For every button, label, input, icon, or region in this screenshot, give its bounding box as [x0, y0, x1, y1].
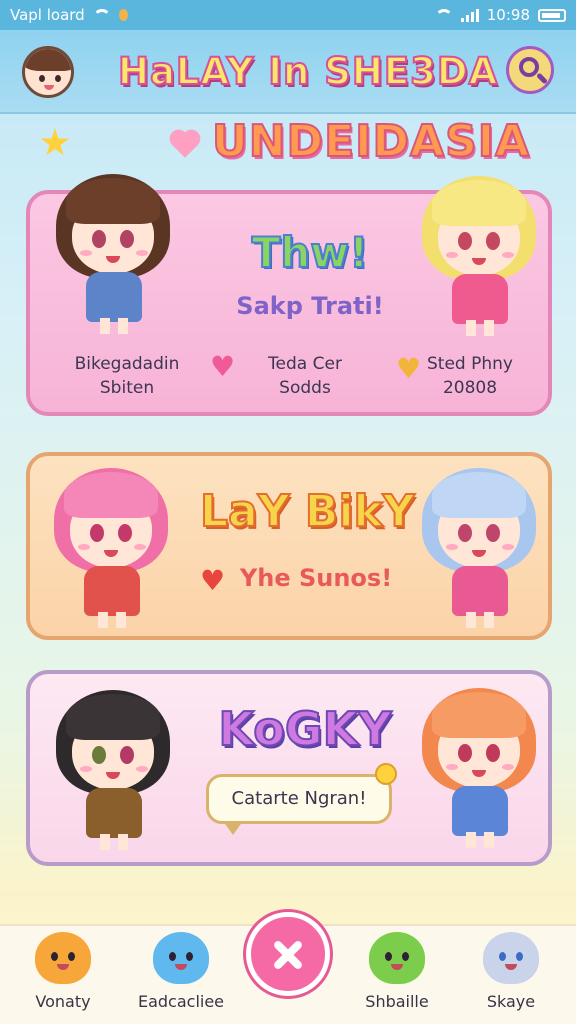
card-1-heading: Thw!: [251, 227, 370, 278]
green-mascot-icon: [369, 932, 425, 984]
clock-time: 10:98: [486, 6, 530, 24]
coin-icon: [375, 763, 397, 785]
notification-dot-icon: [118, 9, 128, 21]
stat-2: Teda Cer Sodds: [268, 354, 342, 398]
blonde-hair-character: [414, 170, 544, 340]
wifi-icon: [92, 9, 111, 21]
heart-icon: [200, 568, 226, 594]
blue-hair-character: [414, 462, 544, 632]
status-bar: Vapl loard 10:98: [0, 0, 576, 30]
stat-1: Bikegadadin Sbiten: [74, 354, 180, 398]
speech-bubble: Catarte Ngran!: [206, 763, 397, 835]
card-2-subtitle: Yhe Sunos!: [239, 564, 393, 592]
wifi-signal-icon: [434, 9, 453, 21]
cellular-signal-icon: [460, 8, 479, 22]
nav-item-1[interactable]: Vonaty: [8, 926, 118, 1024]
card-2-heading: LaY BikY: [199, 485, 416, 538]
character-card-1[interactable]: Thw! Sakp Trati! Bikegadadin Sbiten Teda…: [26, 174, 552, 416]
card-1-subtitle: Sakp Trati!: [236, 292, 384, 320]
cat-avatar-icon: [483, 932, 539, 984]
search-icon[interactable]: [506, 46, 554, 94]
card-3-heading: KoGKY: [217, 701, 392, 757]
dark-hair-character: [48, 684, 178, 854]
carrier-label: Vapl loard: [10, 6, 85, 24]
section-title: UNDEIDASIA: [211, 115, 531, 168]
character-card-3[interactable]: KoGKY Catarte Ngran!: [26, 670, 552, 866]
app-header: HaLAY In SHE3DA: [0, 30, 576, 114]
nav-item-2[interactable]: Eadcacliee: [126, 926, 236, 1024]
nav-label: Vonaty: [35, 992, 91, 1011]
app-title: HaLAY In SHE3DA: [117, 49, 499, 94]
blue-mascot-icon: [153, 932, 209, 984]
pink-hair-character: [46, 462, 176, 632]
orange-hair-character: [414, 682, 544, 852]
brown-hair-character: [48, 168, 178, 338]
heart-icon: [210, 354, 236, 380]
star-icon: [40, 128, 70, 156]
nav-label: Shbaille: [365, 992, 429, 1011]
nav-item-4[interactable]: Skaye: [456, 926, 566, 1024]
nav-label: Skaye: [486, 992, 536, 1011]
stat-3: Sted Phny 20808: [427, 354, 513, 398]
heart-icon: [172, 132, 198, 158]
bottom-navigation: Vonaty Eadcacliee Shbaille Skaye: [0, 912, 576, 1024]
battery-icon: [538, 8, 566, 22]
orange-mascot-icon: [35, 932, 91, 984]
character-card-2[interactable]: LaY BikY Yhe Sunos!: [26, 452, 552, 640]
nav-label: Eadcacliee: [137, 992, 225, 1011]
close-icon[interactable]: [246, 912, 330, 996]
nav-item-3[interactable]: Shbaille: [342, 926, 452, 1024]
user-avatar-icon[interactable]: [22, 46, 74, 98]
